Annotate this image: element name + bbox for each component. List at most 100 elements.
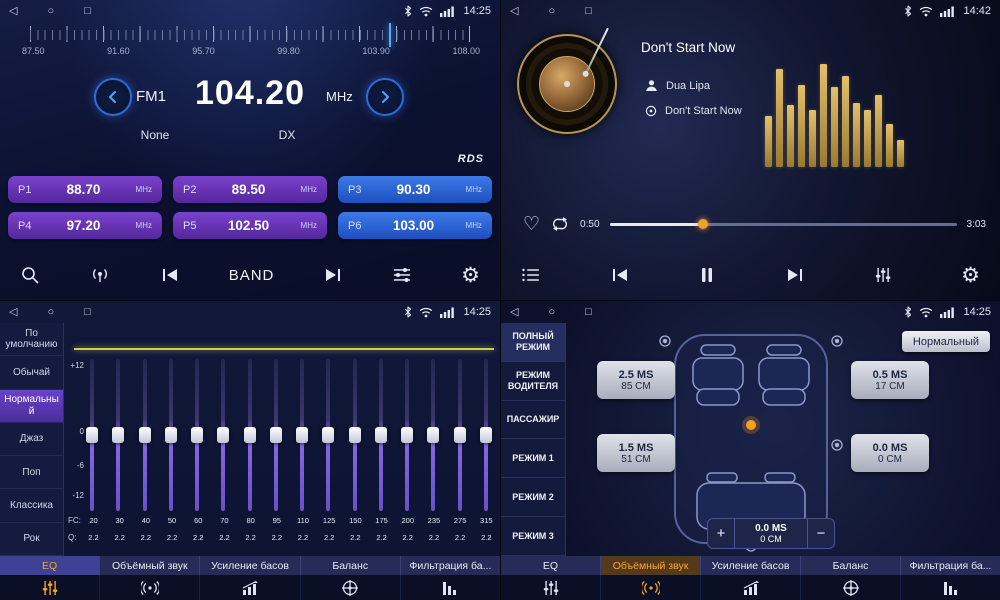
- slider-handle[interactable]: [349, 427, 361, 443]
- slider-handle[interactable]: [322, 427, 334, 443]
- front-left-delay-button[interactable]: 2.5 MS 85 CM: [597, 361, 675, 399]
- tab-eq[interactable]: EQ: [0, 556, 100, 575]
- progress-bar[interactable]: [610, 223, 957, 226]
- eq-band-slider[interactable]: [401, 359, 413, 511]
- slider-handle[interactable]: [270, 427, 282, 443]
- home-icon[interactable]: ○: [47, 6, 54, 17]
- rear-left-delay-button[interactable]: 1.5 MS 51 CM: [597, 434, 675, 472]
- eq-band-slider[interactable]: [86, 359, 98, 511]
- slider-handle[interactable]: [375, 427, 387, 443]
- front-right-delay-button[interactable]: 0.5 MS 17 CM: [851, 361, 929, 399]
- slider-handle[interactable]: [454, 427, 466, 443]
- preset-p6[interactable]: P6103.00MHz: [338, 212, 492, 239]
- home-icon[interactable]: ○: [548, 6, 555, 17]
- favorite-icon[interactable]: ♡: [523, 215, 540, 234]
- tune-up-button[interactable]: [366, 78, 404, 116]
- playlist-icon[interactable]: [521, 267, 541, 283]
- tab-filter[interactable]: Фильтрация ба...: [401, 556, 500, 575]
- slider-handle[interactable]: [217, 427, 229, 443]
- slider-handle[interactable]: [401, 427, 413, 443]
- mode-passenger[interactable]: ПАССАЖИР: [501, 401, 565, 440]
- balance-tab-icon[interactable]: [301, 575, 401, 600]
- mode-driver[interactable]: РЕЖИМ ВОДИТЕЛЯ: [501, 362, 565, 401]
- eq-band-slider[interactable]: [191, 359, 203, 511]
- preset-p1[interactable]: P188.70MHz: [8, 176, 162, 203]
- slider-handle[interactable]: [165, 427, 177, 443]
- mode-full[interactable]: ПОЛНЫЙ РЕЖИМ: [501, 323, 565, 362]
- previous-track-icon[interactable]: [610, 267, 630, 283]
- preset-p5[interactable]: P5102.50MHz: [173, 212, 327, 239]
- tune-down-button[interactable]: [94, 78, 132, 116]
- filter-tab-icon[interactable]: [901, 575, 1000, 600]
- surround-tab-icon[interactable]: [601, 575, 701, 600]
- home-icon[interactable]: ○: [548, 307, 555, 318]
- eq-band-slider[interactable]: [244, 359, 256, 511]
- tab-surround[interactable]: Объёмный звук: [100, 556, 200, 575]
- back-icon[interactable]: ◁: [9, 307, 17, 318]
- tab-eq[interactable]: EQ: [501, 556, 601, 575]
- settings-gear-icon[interactable]: ⚙: [961, 265, 980, 286]
- eq-preset-jazz[interactable]: Джаз: [0, 423, 63, 456]
- sliders-icon[interactable]: [392, 266, 412, 284]
- preset-p4[interactable]: P497.20MHz: [8, 212, 162, 239]
- back-icon[interactable]: ◁: [510, 6, 518, 17]
- slider-handle[interactable]: [480, 427, 492, 443]
- eq-tab-icon[interactable]: [0, 575, 100, 600]
- eq-band-slider[interactable]: [349, 359, 361, 511]
- slider-handle[interactable]: [112, 427, 124, 443]
- recents-icon[interactable]: □: [585, 307, 592, 318]
- decrease-delay-button[interactable]: −: [807, 519, 834, 548]
- tab-bass-boost[interactable]: Усиление басов: [701, 556, 801, 575]
- preset-p2[interactable]: P289.50MHz: [173, 176, 327, 203]
- bass-boost-tab-icon[interactable]: [200, 575, 300, 600]
- slider-handle[interactable]: [139, 427, 151, 443]
- slider-handle[interactable]: [296, 427, 308, 443]
- eq-preset-default[interactable]: По умолчанию: [0, 323, 63, 356]
- eq-preset-classic[interactable]: Классика: [0, 489, 63, 522]
- rear-right-delay-button[interactable]: 0.0 MS 0 CM: [851, 434, 929, 472]
- eq-band-slider[interactable]: [270, 359, 282, 511]
- back-icon[interactable]: ◁: [510, 307, 518, 318]
- tab-surround[interactable]: Объёмный звук: [601, 556, 701, 575]
- mode-3[interactable]: РЕЖИМ 3: [501, 517, 565, 556]
- tab-bass-boost[interactable]: Усиление басов: [200, 556, 300, 575]
- band-button[interactable]: BAND: [229, 267, 275, 284]
- eq-band-slider[interactable]: [296, 359, 308, 511]
- tab-balance[interactable]: Баланс: [801, 556, 901, 575]
- preset-p3[interactable]: P390.30MHz: [338, 176, 492, 203]
- eq-band-slider[interactable]: [217, 359, 229, 511]
- eq-band-slider[interactable]: [165, 359, 177, 511]
- eq-band-slider[interactable]: [454, 359, 466, 511]
- filter-tab-icon[interactable]: [401, 575, 500, 600]
- slider-handle[interactable]: [86, 427, 98, 443]
- scan-icon[interactable]: [20, 265, 40, 285]
- surround-tab-icon[interactable]: [100, 575, 200, 600]
- pause-icon[interactable]: [699, 266, 715, 284]
- increase-delay-button[interactable]: +: [708, 519, 735, 548]
- eq-band-slider[interactable]: [375, 359, 387, 511]
- eq-preset-normal[interactable]: Нормальный: [0, 390, 63, 423]
- repeat-icon[interactable]: [550, 216, 570, 232]
- eq-preset-rock[interactable]: Рок: [0, 523, 63, 556]
- balance-tab-icon[interactable]: [801, 575, 901, 600]
- eq-tab-icon[interactable]: [501, 575, 601, 600]
- tab-balance[interactable]: Баланс: [301, 556, 401, 575]
- mode-2[interactable]: РЕЖИМ 2: [501, 478, 565, 517]
- mode-1[interactable]: РЕЖИМ 1: [501, 439, 565, 478]
- previous-station-icon[interactable]: [160, 267, 180, 283]
- recents-icon[interactable]: □: [585, 6, 592, 17]
- eq-preset-custom[interactable]: Обычай: [0, 356, 63, 389]
- eq-band-slider[interactable]: [480, 359, 492, 511]
- slider-handle[interactable]: [244, 427, 256, 443]
- next-station-icon[interactable]: [323, 267, 343, 283]
- settings-gear-icon[interactable]: ⚙: [461, 265, 480, 286]
- back-icon[interactable]: ◁: [9, 6, 17, 17]
- recents-icon[interactable]: □: [84, 307, 91, 318]
- tab-filter[interactable]: Фильтрация ба...: [901, 556, 1000, 575]
- recents-icon[interactable]: □: [84, 6, 91, 17]
- slider-handle[interactable]: [191, 427, 203, 443]
- home-icon[interactable]: ○: [47, 307, 54, 318]
- eq-band-slider[interactable]: [322, 359, 334, 511]
- eq-preset-pop[interactable]: Поп: [0, 456, 63, 489]
- next-track-icon[interactable]: [785, 267, 805, 283]
